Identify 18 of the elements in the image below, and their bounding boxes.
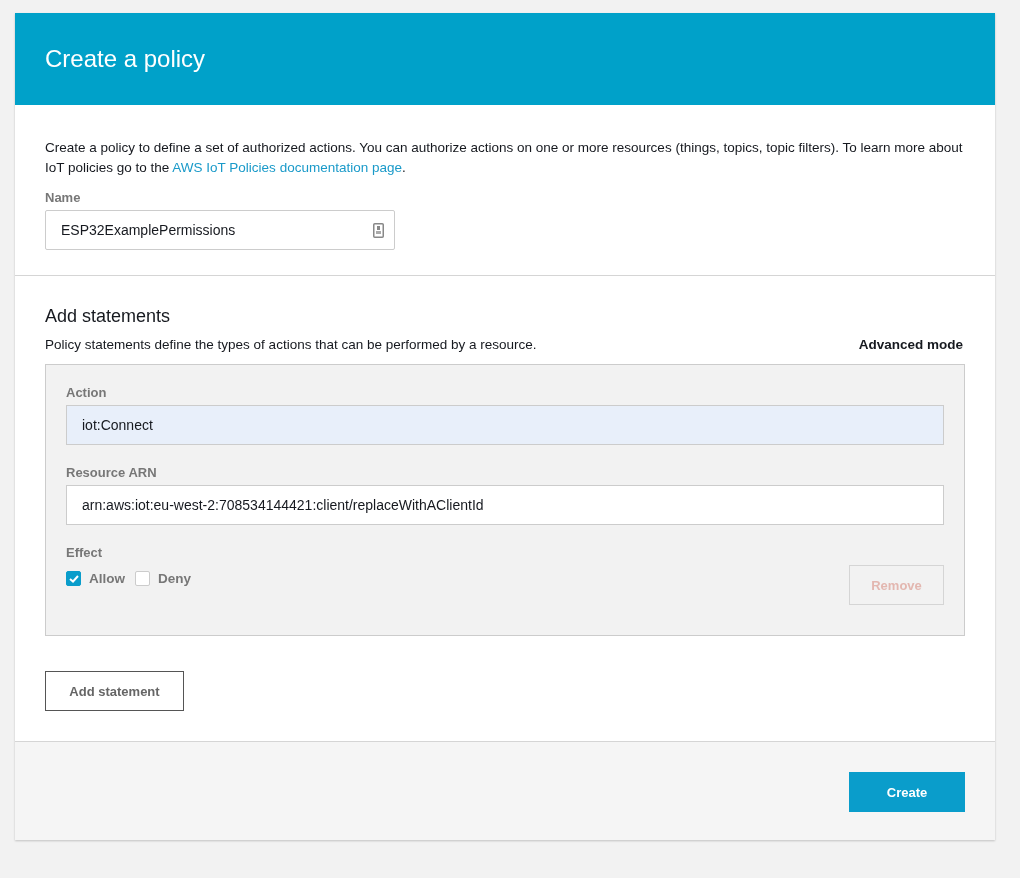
field-label: Name — [45, 190, 82, 205]
checkbox-label: Allow — [89, 571, 125, 586]
checkbox[interactable] — [135, 571, 150, 586]
contact-card-icon — [373, 222, 384, 238]
checkbox[interactable] — [66, 571, 81, 586]
add-statement-button[interactable]: Add statement — [45, 671, 184, 711]
resource-arn-input-field[interactable]: arn:aws:iot:eu-west-2:708534144421:client/replaceWithAClientId — [66, 485, 944, 525]
page-title: Create a policy — [45, 45, 206, 73]
name-input-field[interactable]: ESP32ExamplePermissions — [45, 210, 395, 250]
advanced-mode-link[interactable]: Advanced mode — [858, 337, 965, 352]
section-description: Policy statements define the types of actions that can be performed by a resource. — [45, 337, 537, 352]
field-label: Resource ARN — [66, 465, 158, 480]
action-input-field[interactable]: iot:Connect — [66, 405, 944, 445]
checkbox-label: Deny — [158, 571, 191, 586]
field-label: Effect — [66, 545, 104, 560]
section-title: Add statements — [45, 306, 172, 327]
intro-text: Create a policy to define a set of authorized actions. You can authorize actions on one or more resources (things, topics, topic filters). To learn more about IoT policies go to the AWS IoT Policies documentation page. — [45, 139, 964, 177]
field-label: Action — [66, 385, 108, 400]
